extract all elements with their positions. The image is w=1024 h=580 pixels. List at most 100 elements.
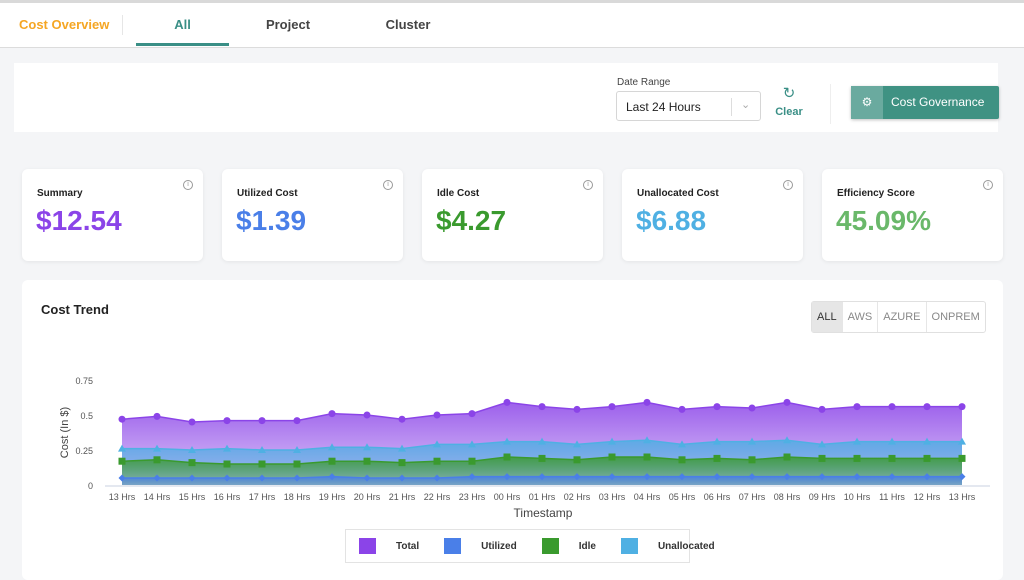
point-idle[interactable] (818, 454, 826, 462)
point-total[interactable] (713, 403, 721, 411)
kpi-value: $1.39 (236, 205, 307, 236)
chart-legend: Total Utilized Idle Unallocated (345, 529, 715, 563)
legend-item[interactable]: Unallocated (620, 538, 715, 554)
point-total[interactable] (888, 403, 896, 411)
x-axis-title: Timestamp (514, 506, 573, 520)
point-idle[interactable] (433, 457, 441, 465)
legend-label: Total (396, 540, 420, 552)
point-total[interactable] (818, 405, 826, 413)
point-total[interactable] (923, 403, 931, 411)
point-idle[interactable] (118, 457, 126, 465)
x-tick-label: 18 Hrs (284, 492, 311, 502)
point-total[interactable] (188, 418, 196, 426)
kpi-title: Efficiency Score (837, 188, 915, 199)
x-tick-label: 01 Hrs (529, 492, 556, 502)
point-idle[interactable] (538, 454, 546, 462)
point-total[interactable] (118, 415, 126, 423)
info-icon[interactable]: i (183, 180, 193, 190)
point-total[interactable] (153, 412, 161, 420)
y-tick-label: 0.5 (80, 411, 93, 421)
point-idle[interactable] (468, 457, 476, 465)
kpi-title: Utilized Cost (237, 188, 298, 199)
point-idle[interactable] (748, 456, 756, 464)
point-total[interactable] (678, 405, 686, 413)
point-idle[interactable] (608, 453, 616, 461)
provider-azure-button[interactable]: AZURE (878, 302, 927, 332)
point-total[interactable] (363, 411, 371, 419)
x-tick-label: 20 Hrs (354, 492, 381, 502)
point-idle[interactable] (188, 459, 196, 467)
point-idle[interactable] (328, 457, 336, 465)
point-idle[interactable] (258, 460, 266, 468)
point-idle[interactable] (783, 453, 791, 461)
kpi-card: Unallocated Cost $6.88 i (622, 169, 803, 261)
point-total[interactable] (573, 405, 581, 413)
point-idle[interactable] (643, 453, 651, 461)
point-total[interactable] (293, 417, 301, 425)
provider-aws-button[interactable]: AWS (843, 302, 879, 332)
legend-swatch (541, 538, 559, 554)
point-total[interactable] (468, 410, 476, 418)
clear-button[interactable]: ↻ Clear (772, 84, 806, 120)
info-icon[interactable]: i (783, 180, 793, 190)
x-tick-label: 21 Hrs (389, 492, 416, 502)
point-total[interactable] (503, 398, 511, 406)
point-total[interactable] (853, 403, 861, 411)
provider-all-button[interactable]: ALL (812, 302, 843, 332)
point-total[interactable] (398, 415, 406, 423)
point-idle[interactable] (398, 459, 406, 467)
point-idle[interactable] (853, 454, 861, 462)
divider (731, 98, 732, 116)
tab-project[interactable]: Project (248, 17, 328, 32)
tab-cluster[interactable]: Cluster (368, 17, 448, 32)
info-icon[interactable]: i (583, 180, 593, 190)
point-total[interactable] (258, 417, 266, 425)
point-total[interactable] (223, 417, 231, 425)
point-total[interactable] (608, 403, 616, 411)
provider-onprem-button[interactable]: ONPREM (927, 302, 985, 332)
point-idle[interactable] (923, 454, 931, 462)
point-total[interactable] (433, 411, 441, 419)
legend-item[interactable]: Total (359, 538, 419, 554)
kpi-title: Unallocated Cost (637, 188, 719, 199)
x-tick-label: 13 Hrs (949, 492, 976, 502)
kpi-card: Summary $12.54 i (22, 169, 203, 261)
x-tick-label: 16 Hrs (214, 492, 241, 502)
legend-item[interactable]: Utilized (444, 538, 517, 554)
point-idle[interactable] (223, 460, 231, 468)
point-idle[interactable] (678, 456, 686, 464)
legend-item[interactable]: Idle (541, 538, 596, 554)
date-range-select[interactable]: Last 24 Hours ⌄ (616, 91, 761, 121)
x-tick-label: 11 Hrs (879, 492, 905, 502)
x-tick-label: 00 Hrs (494, 492, 521, 502)
x-tick-label: 14 Hrs (144, 492, 171, 502)
legend-swatch (359, 538, 376, 554)
kpi-title: Summary (37, 188, 83, 199)
point-total[interactable] (783, 398, 791, 406)
point-total[interactable] (748, 404, 756, 412)
divider (830, 84, 831, 124)
legend-label: Idle (578, 540, 596, 552)
point-idle[interactable] (503, 453, 511, 461)
cost-governance-button[interactable]: ⚙ Cost Governance (851, 86, 999, 119)
clear-label: Clear (775, 106, 803, 118)
cost-trend-chart: 0 0.25 0.5 0.75 13 Hrs 14 Hrs 15 Hrs 16 Hrs 17 H… (59, 376, 990, 520)
point-total[interactable] (643, 398, 651, 406)
info-icon[interactable]: i (983, 180, 993, 190)
info-icon[interactable]: i (383, 180, 393, 190)
point-idle[interactable] (293, 460, 301, 468)
point-idle[interactable] (573, 456, 581, 464)
tab-all[interactable]: All (136, 17, 229, 32)
point-idle[interactable] (713, 454, 721, 462)
point-total[interactable] (958, 403, 966, 411)
point-total[interactable] (538, 403, 546, 411)
point-idle[interactable] (958, 454, 966, 462)
gear-icon: ⚙ (851, 86, 883, 119)
point-idle[interactable] (153, 456, 161, 464)
x-tick-label: 13 Hrs (109, 492, 136, 502)
point-total[interactable] (328, 410, 336, 418)
point-idle[interactable] (888, 454, 896, 462)
kpi-value: $6.88 (636, 205, 707, 236)
point-idle[interactable] (363, 457, 371, 465)
x-tick-label: 03 Hrs (599, 492, 626, 502)
